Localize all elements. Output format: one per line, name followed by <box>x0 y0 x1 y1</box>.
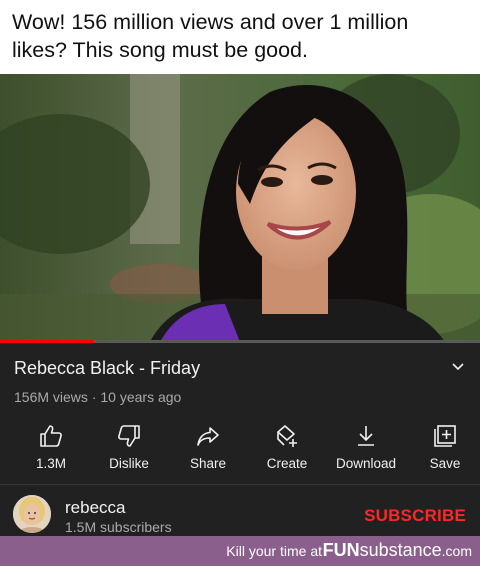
channel-name[interactable]: rebecca <box>65 498 125 518</box>
caption-line-2: likes? This song must be good. <box>12 38 308 62</box>
watermark-brand-bold: FUN <box>322 540 360 560</box>
save-playlist-icon <box>434 425 456 447</box>
action-bar: 1.3M Dislike Share Create Download Save <box>0 421 480 481</box>
create-button[interactable]: Create <box>247 421 327 481</box>
watermark-logo: FUNsubstance.com <box>323 540 472 561</box>
create-remix-icon <box>277 425 297 447</box>
video-details-panel: Rebecca Black - Friday 156M views · 10 y… <box>0 343 480 536</box>
share-button[interactable]: Share <box>168 421 248 481</box>
dislike-button[interactable]: Dislike <box>89 421 169 481</box>
share-arrow-icon <box>197 427 219 446</box>
chevron-down-icon[interactable] <box>450 358 466 374</box>
subscriber-count: 1.5M subscribers <box>65 519 172 535</box>
thumbs-down-icon <box>118 425 140 447</box>
watermark-bar: Kill your time at FUNsubstance.com <box>0 536 480 566</box>
caption-line-1: Wow! 156 million views and over 1 millio… <box>12 10 409 34</box>
download-label: Download <box>335 456 397 471</box>
watermark-tagline: Kill your time at <box>226 543 322 559</box>
video-frame <box>0 74 480 342</box>
section-divider <box>0 484 480 485</box>
like-count: 1.3M <box>35 456 66 471</box>
watermark-brand-rest: substance <box>359 540 442 560</box>
video-meta: 156M views · 10 years ago <box>14 389 181 405</box>
watermark-brand-suffix: .com <box>441 543 472 559</box>
dislike-label: Dislike <box>109 456 149 471</box>
video-player[interactable] <box>0 74 480 342</box>
avatar-image <box>13 495 51 533</box>
subscribe-button[interactable]: SUBSCRIBE <box>364 506 466 526</box>
view-count: 156M views <box>14 389 88 405</box>
create-label: Create <box>266 456 308 471</box>
save-button[interactable]: Save <box>405 421 480 481</box>
download-icon <box>358 426 374 446</box>
thumbs-up-icon <box>40 425 62 447</box>
meme-caption: Wow! 156 million views and over 1 millio… <box>0 0 480 74</box>
meta-separator: · <box>91 389 97 405</box>
upload-age: 10 years ago <box>100 389 182 405</box>
download-button[interactable]: Download <box>326 421 406 481</box>
like-button[interactable]: 1.3M <box>11 421 91 481</box>
save-label: Save <box>429 456 461 471</box>
channel-avatar[interactable] <box>13 495 51 533</box>
share-label: Share <box>189 456 227 471</box>
video-title[interactable]: Rebecca Black - Friday <box>14 358 200 379</box>
